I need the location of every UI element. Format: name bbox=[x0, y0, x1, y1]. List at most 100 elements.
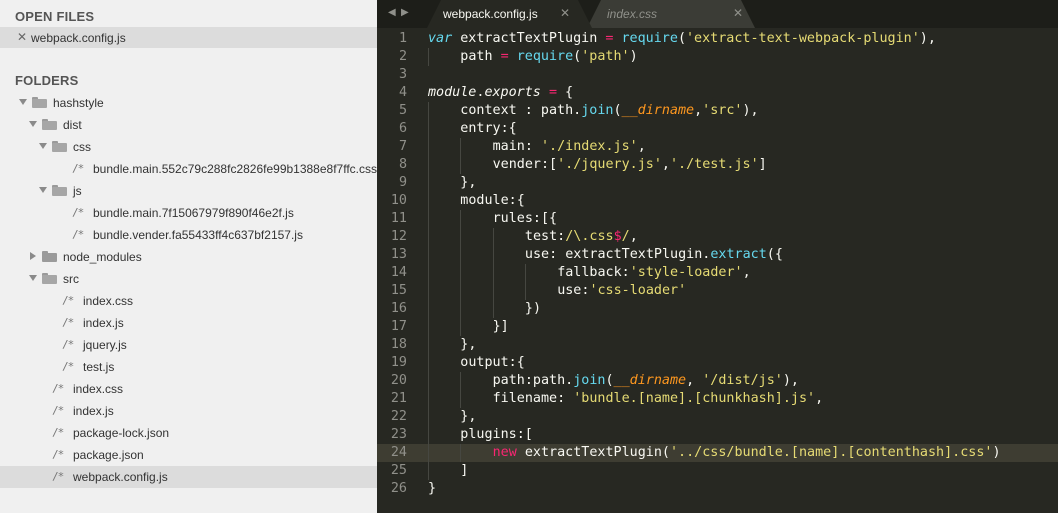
code-line[interactable]: 3 bbox=[377, 66, 1058, 84]
code-line[interactable]: 2 path = require('path') bbox=[377, 48, 1058, 66]
tab-nav-right-icon[interactable]: ▶ bbox=[401, 7, 409, 18]
chevron-down-icon[interactable] bbox=[19, 99, 27, 105]
code-token: , bbox=[742, 265, 751, 280]
code-line[interactable]: 26} bbox=[377, 480, 1058, 498]
tree-item-label: test.js bbox=[83, 360, 115, 374]
code-token: ( bbox=[677, 31, 686, 46]
tab-close-icon[interactable]: ✕ bbox=[560, 6, 570, 20]
line-number: 4 bbox=[398, 85, 407, 100]
indent-guide bbox=[428, 318, 429, 336]
tree-file[interactable]: /* bundle.vender.fa55433ff4c637bf2157.js bbox=[0, 224, 377, 246]
tree-folder[interactable]: dist bbox=[0, 114, 377, 136]
tree-file[interactable]: /* index.css bbox=[0, 290, 377, 312]
code-line[interactable]: 14 fallback:'style-loader', bbox=[377, 264, 1058, 282]
indent-guide bbox=[428, 174, 429, 192]
code-token: , bbox=[815, 391, 824, 406]
code-token: exports bbox=[484, 85, 541, 100]
code-text: use:'css-loader' bbox=[557, 282, 686, 300]
code-token: }, bbox=[460, 337, 477, 352]
code-text: module:{ bbox=[460, 192, 525, 210]
code-token: './index.js' bbox=[540, 139, 638, 154]
tree-file[interactable]: /* webpack.config.js bbox=[0, 466, 377, 488]
tree-folder[interactable]: css bbox=[0, 136, 377, 158]
indent-guide bbox=[428, 192, 429, 210]
code-line[interactable]: 4 module.exports = { bbox=[377, 84, 1058, 102]
tree-file[interactable]: /* package.json bbox=[0, 444, 377, 466]
tree-item-label: bundle.main.7f15067979f890f46e2f.js bbox=[93, 206, 294, 220]
code-line[interactable]: 21 filename: 'bundle.[name].[chunkhash].j… bbox=[377, 390, 1058, 408]
indent-guide bbox=[428, 390, 429, 408]
file-comment-icon: /* bbox=[62, 294, 74, 307]
code-token: ({ bbox=[766, 247, 783, 262]
indent-guide bbox=[492, 246, 494, 264]
code-line[interactable]: 16}) bbox=[377, 300, 1058, 318]
code-line[interactable]: 22}, bbox=[377, 408, 1058, 426]
tree-folder[interactable]: src bbox=[0, 268, 377, 290]
code-text: use: extractTextPlugin.extract({ bbox=[525, 246, 783, 264]
code-line[interactable]: 10 module:{ bbox=[377, 192, 1058, 210]
folder-open-icon bbox=[32, 97, 47, 108]
code-line[interactable]: 23 plugins:[ bbox=[377, 426, 1058, 444]
tree-file[interactable]: /* index.js bbox=[0, 400, 377, 422]
code-text: context : path.join(__dirname,'src'), bbox=[460, 102, 758, 120]
code-line[interactable]: 17}] bbox=[377, 318, 1058, 336]
code-line[interactable]: 9}, bbox=[377, 174, 1058, 192]
code-line[interactable]: 25] bbox=[377, 462, 1058, 480]
code-line[interactable]: 5 context : path.join(__dirname,'src'), bbox=[377, 102, 1058, 120]
indent-guide bbox=[428, 426, 429, 444]
tree-file[interactable]: /* index.js bbox=[0, 312, 377, 334]
code-token: 'css-loader' bbox=[589, 283, 687, 298]
chevron-down-icon[interactable] bbox=[39, 187, 47, 193]
file-comment-icon: /* bbox=[52, 426, 64, 439]
chevron-down-icon[interactable] bbox=[29, 121, 37, 127]
tab-webpack-config-js[interactable]: webpack.config.js ✕ bbox=[427, 0, 592, 28]
code-line[interactable]: 11 rules:[{ bbox=[377, 210, 1058, 228]
tree-file[interactable]: /* jquery.js bbox=[0, 334, 377, 356]
code-token: module bbox=[428, 85, 477, 100]
chevron-down-icon[interactable] bbox=[29, 275, 37, 281]
tree-folder[interactable]: node_modules bbox=[0, 246, 377, 268]
tree-file[interactable]: /* index.css bbox=[0, 378, 377, 400]
code-token: }, bbox=[460, 175, 477, 190]
code-line[interactable]: 1 var extractTextPlugin = require('extrac… bbox=[377, 30, 1058, 48]
line-number: 6 bbox=[398, 121, 407, 136]
code-line[interactable]: 19 output:{ bbox=[377, 354, 1058, 372]
tab-index-css[interactable]: index.css ✕ bbox=[587, 0, 755, 28]
open-file-item[interactable]: ✕ webpack.config.js bbox=[0, 27, 377, 48]
tree-folder[interactable]: hashstyle bbox=[0, 92, 377, 114]
code-token: plugins:[ bbox=[460, 427, 533, 442]
code-text: plugins:[ bbox=[460, 426, 533, 444]
chevron-down-icon[interactable] bbox=[39, 143, 47, 149]
chevron-right-icon[interactable] bbox=[30, 252, 36, 260]
code-token: ( bbox=[613, 103, 622, 118]
code-token: path bbox=[460, 49, 501, 64]
code-line[interactable]: 12 test:/\.css$/, bbox=[377, 228, 1058, 246]
code-line[interactable]: 13 use: extractTextPlugin.extract({ bbox=[377, 246, 1058, 264]
tree-item-label: hashstyle bbox=[53, 96, 104, 110]
code-line[interactable]: 7 main: './index.js', bbox=[377, 138, 1058, 156]
folder-open-icon bbox=[42, 119, 57, 130]
code-line[interactable]: 15 use:'css-loader' bbox=[377, 282, 1058, 300]
tree-folder[interactable]: js bbox=[0, 180, 377, 202]
code-editor[interactable]: 1 var extractTextPlugin = require('extrac… bbox=[377, 28, 1058, 513]
tree-file[interactable]: /* bundle.main.552c79c288fc2826fe99b1388e… bbox=[0, 158, 377, 180]
tab-close-icon[interactable]: ✕ bbox=[733, 6, 743, 20]
indent-guide bbox=[428, 408, 429, 426]
code-line[interactable]: 24 new extractTextPlugin('../css/bundle.[… bbox=[377, 444, 1058, 462]
tree-file[interactable]: /* test.js bbox=[0, 356, 377, 378]
code-text: ] bbox=[460, 462, 468, 480]
code-line[interactable]: 8 vender:['./jquery.js','./test.js'] bbox=[377, 156, 1058, 174]
code-line[interactable]: 18}, bbox=[377, 336, 1058, 354]
code-token: use: extractTextPlugin. bbox=[524, 247, 711, 262]
close-icon[interactable]: ✕ bbox=[17, 30, 27, 44]
code-line[interactable]: 6 entry:{ bbox=[377, 120, 1058, 138]
code-token: 'extract-text-webpack-plugin' bbox=[686, 31, 920, 46]
code-text: }, bbox=[460, 408, 476, 426]
code-line[interactable]: 20 path:path.join(__dirname, '/dist/js'), bbox=[377, 372, 1058, 390]
indent-guide bbox=[428, 282, 429, 300]
tab-nav-left-icon[interactable]: ◀ bbox=[388, 7, 396, 18]
tree-file[interactable]: /* package-lock.json bbox=[0, 422, 377, 444]
code-token: , bbox=[686, 373, 703, 388]
tree-file[interactable]: /* bundle.main.7f15067979f890f46e2f.js bbox=[0, 202, 377, 224]
